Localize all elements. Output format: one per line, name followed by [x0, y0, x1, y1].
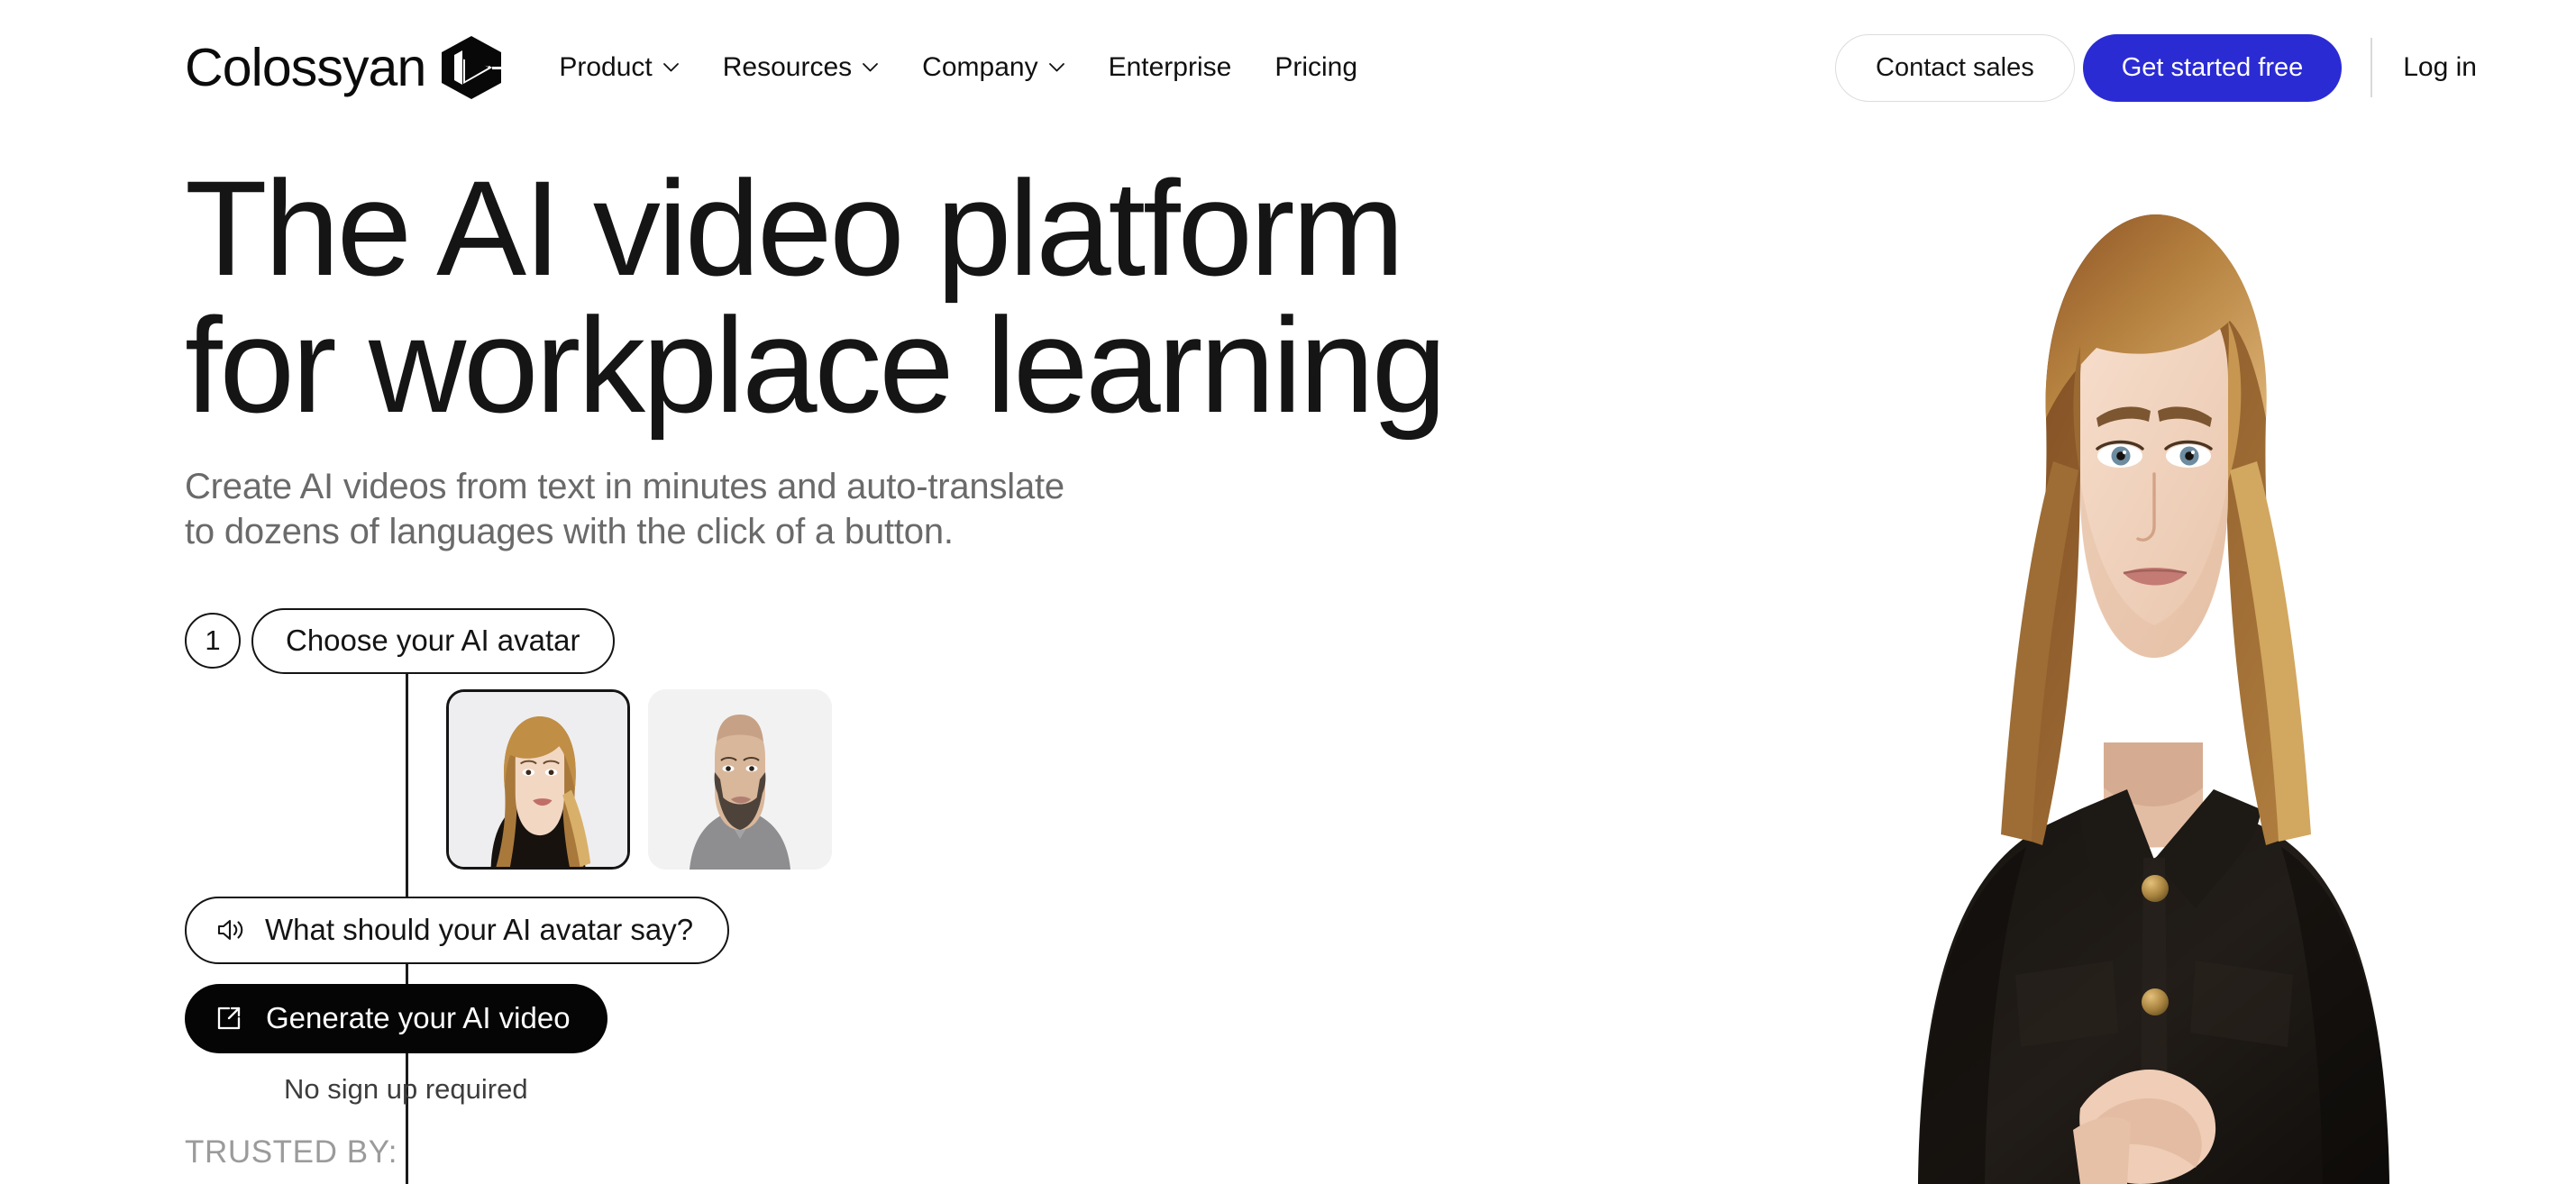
contact-sales-button[interactable]: Contact sales [1835, 33, 2075, 102]
generate-video-label: Generate your AI video [266, 1000, 571, 1034]
headline-line-1: The AI video platform [185, 152, 1404, 304]
nav-label: Resources [722, 52, 853, 82]
avatar-option-female-redhead[interactable] [446, 688, 630, 870]
subhead-line-2: to dozens of languages with the click of… [185, 512, 954, 551]
speaker-icon [217, 920, 243, 941]
hero-section: The AI video platform for workplace lear… [185, 135, 1537, 1184]
header-actions: Contact sales Get started free Log in [1835, 33, 2477, 102]
generate-row: Generate your AI video [185, 983, 996, 1053]
avatar-options-row [185, 688, 996, 870]
nav-item-resources[interactable]: Resources [721, 49, 881, 87]
nav-item-product[interactable]: Product [557, 49, 681, 87]
nav-label: Enterprise [1108, 52, 1232, 82]
chevron-down-icon [662, 63, 679, 72]
main-navigation: Product Resources Company Enterprise Pri… [557, 49, 1359, 87]
step-1-row: 1 Choose your AI avatar [185, 608, 996, 674]
headline-line-2: for workplace learning [185, 289, 1447, 441]
site-header: Colossyan Product Resources Company Ente… [0, 0, 2576, 135]
header-divider [2370, 38, 2373, 97]
nav-label: Product [559, 52, 653, 82]
trusted-by-label: TRUSTED BY: [185, 1134, 398, 1170]
colossyan-hexagon-play-logo-icon [442, 36, 502, 99]
avatar-script-input[interactable]: What should your AI avatar say? [185, 896, 730, 964]
login-link[interactable]: Log in [2403, 54, 2477, 81]
nav-item-pricing[interactable]: Pricing [1273, 49, 1359, 87]
external-link-icon [217, 1007, 241, 1030]
hero-avatar-image [1440, 121, 2576, 1184]
nav-item-enterprise[interactable]: Enterprise [1107, 49, 1234, 87]
chevron-down-icon [1048, 63, 1064, 72]
choose-avatar-pill[interactable]: Choose your AI avatar [251, 608, 615, 674]
brand-wordmark: Colossyan [185, 37, 426, 97]
no-signup-note: No sign up required [284, 1072, 528, 1105]
nav-label: Pricing [1274, 52, 1358, 82]
step-number-badge[interactable]: 1 [185, 613, 241, 669]
nav-item-company[interactable]: Company [920, 49, 1066, 87]
generate-video-button[interactable]: Generate your AI video [185, 983, 607, 1053]
get-started-free-button[interactable]: Get started free [2082, 33, 2343, 102]
prompt-input-row: What should your AI avatar say? [185, 896, 996, 964]
hero-subheading: Create AI videos from text in minutes an… [185, 464, 1537, 554]
nav-label: Company [922, 52, 1038, 82]
avatar-script-placeholder: What should your AI avatar say? [265, 912, 694, 946]
avatar-option-male-bearded[interactable] [648, 688, 832, 870]
chevron-down-icon [863, 63, 879, 72]
subhead-line-1: Create AI videos from text in minutes an… [185, 467, 1064, 506]
brand-logo[interactable]: Colossyan [185, 36, 502, 99]
page-title: The AI video platform for workplace lear… [185, 159, 1537, 433]
try-it-widget: 1 Choose your AI avatar What should your… [185, 608, 996, 1184]
